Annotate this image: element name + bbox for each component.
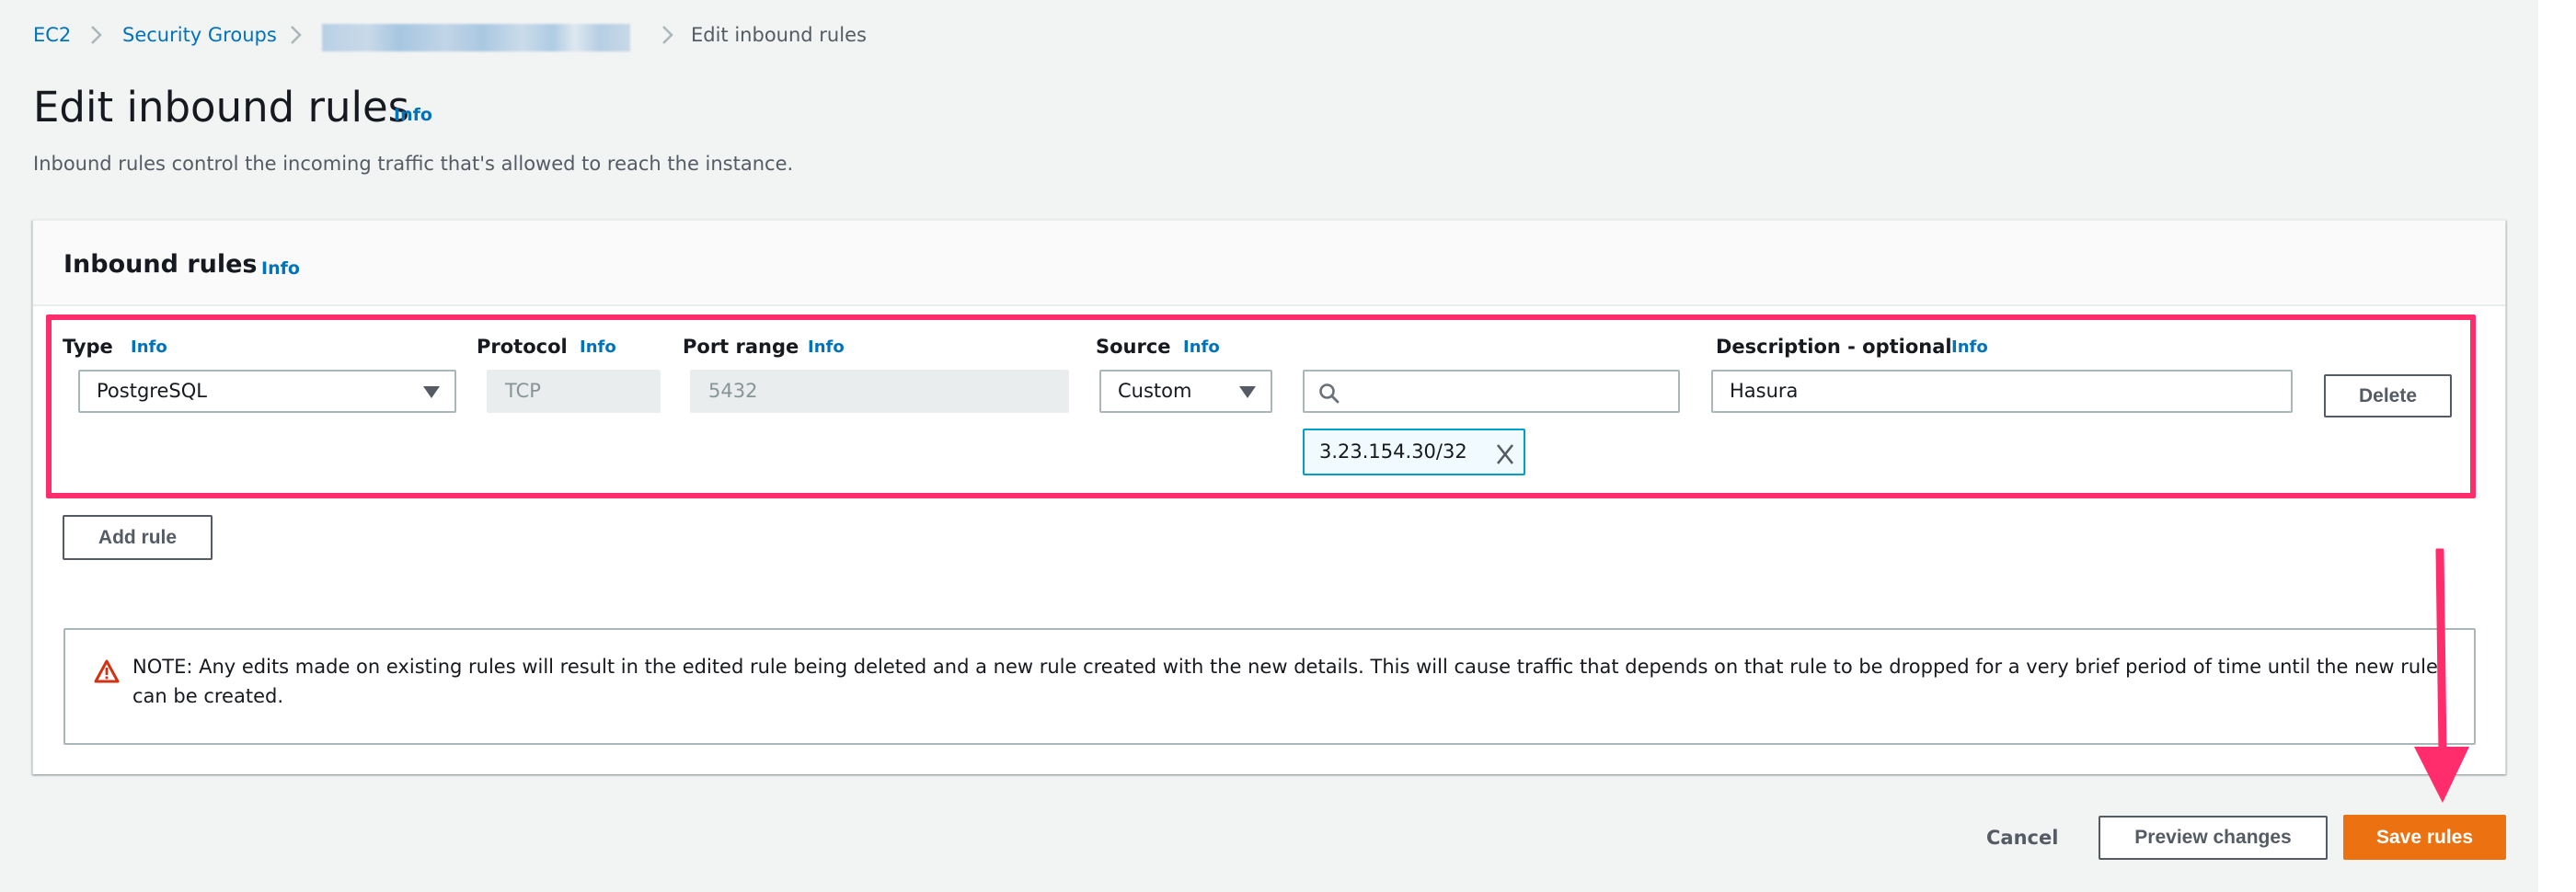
port-range-value: 5432 — [708, 380, 758, 402]
warning-icon — [94, 658, 120, 684]
breadcrumb-current: Edit inbound rules — [691, 24, 867, 46]
port-range-label: Port range — [683, 336, 799, 358]
breadcrumb-ec2[interactable]: EC2 — [33, 22, 71, 48]
breadcrumb-security-groups[interactable]: Security Groups — [122, 22, 277, 48]
protocol-label: Protocol — [477, 336, 568, 358]
chevron-right-icon — [83, 22, 109, 48]
type-select-value: PostgreSQL — [97, 380, 207, 402]
protocol-info-link[interactable]: Info — [580, 337, 616, 359]
protocol-value: TCP — [505, 380, 541, 402]
description-info-link[interactable]: Info — [1951, 337, 1988, 359]
description-value: Hasura — [1730, 380, 1799, 402]
chevron-right-icon — [654, 22, 680, 48]
breadcrumb-security-group-redacted[interactable] — [322, 24, 630, 51]
save-rules-button[interactable]: Save rules — [2343, 815, 2506, 860]
caret-down-icon — [423, 386, 440, 398]
panel-header: Inbound rules Info — [33, 221, 2505, 306]
source-search-input[interactable] — [1303, 370, 1680, 413]
port-range-field: 5432 — [690, 370, 1069, 413]
source-type-select[interactable]: Custom — [1099, 370, 1272, 413]
source-token-value: 3.23.154.30/32 — [1319, 440, 1467, 463]
description-input[interactable]: Hasura — [1711, 370, 2293, 413]
source-token: 3.23.154.30/32 — [1303, 429, 1525, 475]
edit-warning-note: NOTE: Any edits made on existing rules w… — [63, 628, 2476, 745]
protocol-field: TCP — [487, 370, 661, 413]
type-info-link[interactable]: Info — [131, 337, 167, 359]
type-label: Type — [63, 336, 113, 358]
description-label: Description - optional — [1716, 336, 1952, 358]
source-type-value: Custom — [1118, 380, 1192, 402]
cancel-button[interactable]: Cancel — [1986, 823, 2058, 852]
panel-title: Inbound rules — [63, 250, 258, 279]
page-description: Inbound rules control the incoming traff… — [33, 153, 794, 175]
type-select[interactable]: PostgreSQL — [78, 370, 456, 413]
caret-down-icon — [1239, 386, 1256, 398]
note-text: NOTE: Any edits made on existing rules w… — [132, 656, 2438, 707]
page-info-link[interactable]: Info — [394, 104, 432, 126]
panel-info-link[interactable]: Info — [261, 257, 300, 280]
preview-changes-button[interactable]: Preview changes — [2099, 816, 2328, 860]
source-info-link[interactable]: Info — [1183, 337, 1220, 359]
page-title: Edit inbound rules — [33, 83, 410, 132]
chevron-right-icon — [282, 22, 308, 48]
search-icon — [1317, 380, 1341, 404]
port-range-info-link[interactable]: Info — [808, 337, 845, 359]
close-icon[interactable] — [1492, 440, 1518, 465]
source-label: Source — [1096, 336, 1171, 358]
delete-rule-button[interactable]: Delete — [2324, 374, 2452, 417]
add-rule-button[interactable]: Add rule — [63, 515, 213, 560]
